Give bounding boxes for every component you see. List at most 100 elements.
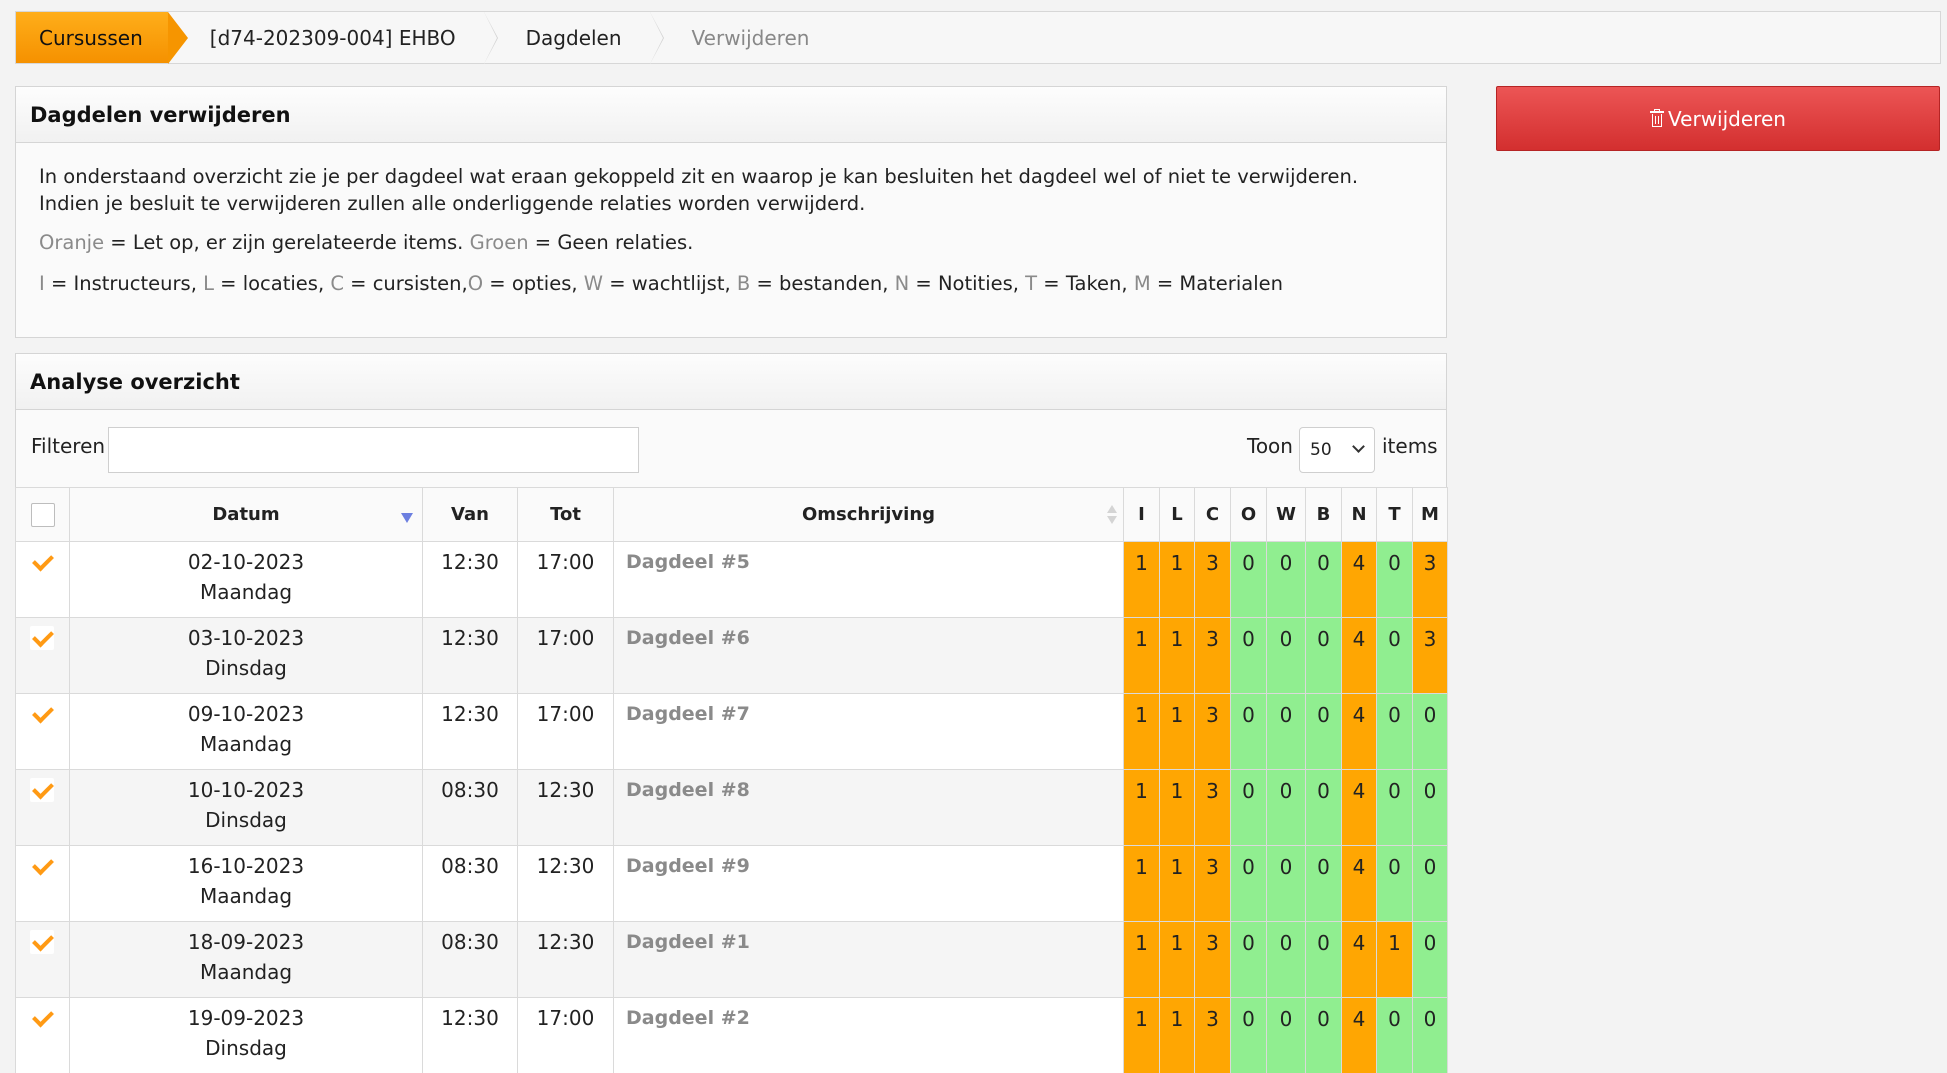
column-t: T bbox=[1376, 487, 1413, 542]
row-count-n: 4 bbox=[1341, 845, 1377, 922]
row-count-o: 0 bbox=[1230, 997, 1267, 1073]
legend-code-text: = opties, bbox=[483, 272, 584, 295]
column-n: N bbox=[1341, 487, 1377, 542]
select-all-checkbox[interactable] bbox=[30, 502, 55, 527]
breadcrumb-cursussen[interactable]: Cursussen bbox=[16, 12, 188, 64]
column-omschrijving[interactable]: Omschrijving bbox=[613, 487, 1124, 542]
row-count-l: 1 bbox=[1159, 921, 1195, 998]
row-description: Dagdeel #5 bbox=[613, 541, 1124, 618]
column-c: C bbox=[1194, 487, 1231, 542]
row-count-n: 4 bbox=[1341, 921, 1377, 998]
page-size-select[interactable]: 50 bbox=[1299, 427, 1375, 473]
trash-icon bbox=[1650, 109, 1665, 127]
row-tot: 17:00 bbox=[517, 617, 614, 694]
select-all-header bbox=[15, 487, 70, 542]
items-label: items bbox=[1382, 434, 1438, 458]
row-count-b: 0 bbox=[1305, 541, 1342, 618]
row-count-w: 0 bbox=[1266, 921, 1306, 998]
row-van: 12:30 bbox=[422, 693, 518, 770]
row-count-i: 1 bbox=[1123, 997, 1160, 1073]
row-count-b: 0 bbox=[1305, 769, 1342, 846]
row-description: Dagdeel #1 bbox=[613, 921, 1124, 998]
legend-code: B bbox=[736, 272, 751, 295]
row-description: Dagdeel #9 bbox=[613, 845, 1124, 922]
row-date: 16-10-2023 bbox=[187, 854, 305, 878]
row-date-cell: 19-09-2023 Dinsdag bbox=[69, 997, 423, 1073]
row-tot: 12:30 bbox=[517, 845, 614, 922]
row-count-m: 0 bbox=[1412, 769, 1448, 846]
row-select-cell bbox=[15, 997, 70, 1073]
row-count-t: 0 bbox=[1376, 769, 1413, 846]
table-row: 19-09-2023 Dinsdag 12:30 17:00 Dagdeel #2 1 1 3… bbox=[15, 997, 1448, 1073]
column-van[interactable]: Van bbox=[422, 487, 518, 542]
legend-code: L bbox=[203, 272, 214, 295]
breadcrumb-course[interactable]: [d74-202309-004] EHBO bbox=[168, 12, 498, 64]
row-count-m: 3 bbox=[1412, 617, 1448, 694]
table-row: 18-09-2023 Maandag 08:30 12:30 Dagdeel #1 1 1 3… bbox=[15, 921, 1448, 998]
row-count-l: 1 bbox=[1159, 845, 1195, 922]
row-count-c: 3 bbox=[1194, 541, 1231, 618]
row-checkbox[interactable] bbox=[30, 626, 54, 650]
info-panel-title: Dagdelen verwijderen bbox=[16, 87, 1446, 143]
row-count-i: 1 bbox=[1123, 769, 1160, 846]
row-count-n: 4 bbox=[1341, 769, 1377, 846]
row-count-w: 0 bbox=[1266, 617, 1306, 694]
row-count-c: 3 bbox=[1194, 921, 1231, 998]
column-i: I bbox=[1123, 487, 1160, 542]
info-panel: Dagdelen verwijderen In onderstaand over… bbox=[15, 86, 1447, 338]
sort-icon bbox=[1107, 505, 1117, 524]
info-color-legend: Oranje = Let op, er zijn gerelateerde it… bbox=[39, 231, 694, 254]
analysis-table: Datum Van Tot Omschrijving I L C O W B N… bbox=[15, 487, 1448, 1073]
filter-bar: Filteren Toon 50 items bbox=[16, 410, 1446, 486]
row-checkbox[interactable] bbox=[30, 778, 54, 802]
row-select-cell bbox=[15, 617, 70, 694]
legend-code-text: = Taken, bbox=[1037, 272, 1134, 295]
row-day: Dinsdag bbox=[205, 1036, 287, 1060]
chevron-down-icon bbox=[1352, 440, 1365, 453]
row-checkbox[interactable] bbox=[30, 930, 54, 954]
row-count-n: 4 bbox=[1341, 617, 1377, 694]
row-count-b: 0 bbox=[1305, 921, 1342, 998]
row-count-b: 0 bbox=[1305, 693, 1342, 770]
row-count-c: 3 bbox=[1194, 845, 1231, 922]
row-checkbox[interactable] bbox=[30, 702, 54, 726]
row-count-i: 1 bbox=[1123, 845, 1160, 922]
column-m: M bbox=[1412, 487, 1448, 542]
row-date-cell: 02-10-2023 Maandag bbox=[69, 541, 423, 618]
row-count-l: 1 bbox=[1159, 769, 1195, 846]
row-select-cell bbox=[15, 769, 70, 846]
table-row: 10-10-2023 Dinsdag 08:30 12:30 Dagdeel #8 1 1 3… bbox=[15, 769, 1448, 846]
column-tot[interactable]: Tot bbox=[517, 487, 614, 542]
row-select-cell bbox=[15, 541, 70, 618]
row-count-c: 3 bbox=[1194, 997, 1231, 1073]
delete-button[interactable]: Verwijderen bbox=[1496, 86, 1940, 151]
row-count-t: 1 bbox=[1376, 921, 1413, 998]
legend-code-text: = Notities, bbox=[909, 272, 1026, 295]
row-description: Dagdeel #7 bbox=[613, 693, 1124, 770]
row-checkbox[interactable] bbox=[30, 550, 54, 574]
row-count-i: 1 bbox=[1123, 541, 1160, 618]
legend-code-text: = Instructeurs, bbox=[44, 272, 204, 295]
row-date-cell: 10-10-2023 Dinsdag bbox=[69, 769, 423, 846]
row-count-b: 0 bbox=[1305, 845, 1342, 922]
row-checkbox[interactable] bbox=[30, 854, 54, 878]
filter-input[interactable] bbox=[108, 427, 639, 473]
row-van: 12:30 bbox=[422, 617, 518, 694]
row-description: Dagdeel #8 bbox=[613, 769, 1124, 846]
row-date: 10-10-2023 bbox=[187, 778, 305, 802]
row-count-o: 0 bbox=[1230, 769, 1267, 846]
table-row: 09-10-2023 Maandag 12:30 17:00 Dagdeel #7 1 1 3… bbox=[15, 693, 1448, 770]
info-code-legend: I = Instructeurs, L = locaties, C = curs… bbox=[39, 270, 1423, 297]
row-tot: 12:30 bbox=[517, 921, 614, 998]
row-checkbox[interactable] bbox=[30, 1006, 54, 1030]
table-row: 02-10-2023 Maandag 12:30 17:00 Dagdeel #5 1 1 3… bbox=[15, 541, 1448, 618]
breadcrumb-dagdelen[interactable]: Dagdelen bbox=[484, 12, 664, 64]
row-van: 12:30 bbox=[422, 997, 518, 1073]
row-count-i: 1 bbox=[1123, 617, 1160, 694]
row-count-n: 4 bbox=[1341, 693, 1377, 770]
row-van: 08:30 bbox=[422, 769, 518, 846]
row-count-m: 3 bbox=[1412, 541, 1448, 618]
row-day: Dinsdag bbox=[205, 656, 287, 680]
column-datum[interactable]: Datum bbox=[69, 487, 423, 542]
breadcrumb-current: Verwijderen bbox=[691, 25, 810, 50]
